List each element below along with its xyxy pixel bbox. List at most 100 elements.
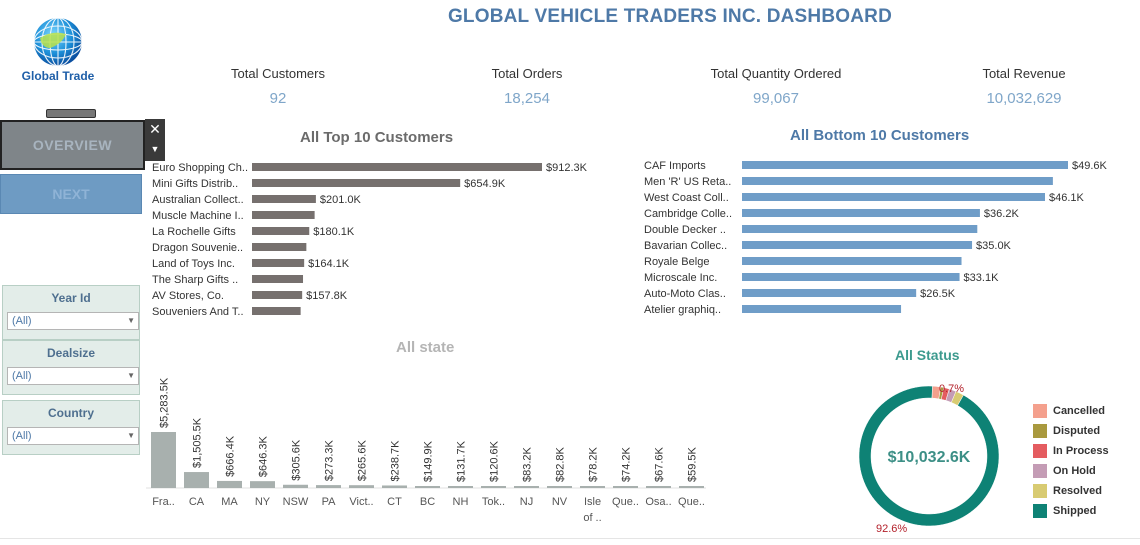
state-bar[interactable] <box>448 486 473 488</box>
top-customer-bar[interactable] <box>252 227 310 235</box>
chevron-down-icon[interactable]: ▼ <box>127 428 135 444</box>
bottom-customer-bar[interactable] <box>742 209 980 217</box>
bottom-customer-bar[interactable] <box>742 161 1068 169</box>
state-data-label: $78.2K <box>588 446 600 482</box>
state-bar[interactable] <box>184 472 209 488</box>
bottom-customer-bar[interactable] <box>742 257 962 265</box>
bottom-customer-bar[interactable] <box>742 241 973 249</box>
bottom-customer-data-label: $49.6K <box>1072 160 1108 172</box>
state-tick-label: Fra.. <box>152 496 175 508</box>
state-tick-label: Isle <box>584 496 601 508</box>
bottom-customer-data-label: $36.2K <box>984 208 1020 220</box>
legend-item-cancelled[interactable]: Cancelled <box>1033 401 1133 421</box>
dashboard-title: GLOBAL VEHICLE TRADERS INC. DASHBOARD <box>447 6 893 27</box>
top-customer-bar[interactable] <box>252 163 542 171</box>
filter-year-id: Year Id (All) ▼ <box>2 285 140 340</box>
filter-country: Country (All) ▼ <box>2 400 140 455</box>
bottom-customer-category-label: Atelier graphiq.. <box>644 304 721 316</box>
country-select-value: (All) <box>12 430 32 442</box>
state-tick-label: Osa.. <box>645 496 671 508</box>
top-customer-category-label: Muscle Machine I.. <box>152 210 244 222</box>
state-bar[interactable] <box>382 485 407 488</box>
top-customer-bar[interactable] <box>252 179 461 187</box>
state-bar[interactable] <box>613 486 638 488</box>
state-bar[interactable] <box>646 486 671 488</box>
legend-item-on-hold[interactable]: On Hold <box>1033 461 1133 481</box>
overview-tab-handle[interactable] <box>46 109 96 118</box>
legend-label: On Hold <box>1053 465 1096 477</box>
donut-data-label: 92.6% <box>876 523 907 535</box>
state-tick-label: CA <box>189 496 205 508</box>
state-bar[interactable] <box>250 481 275 488</box>
bottom-customer-category-label: Microscale Inc. <box>644 272 717 284</box>
state-tick-label: NJ <box>520 496 533 508</box>
bottom-customer-bar[interactable] <box>742 305 902 313</box>
state-data-label: $83.2K <box>522 446 534 482</box>
state-data-label: $67.6K <box>654 446 666 482</box>
next-button[interactable]: NEXT <box>0 174 142 214</box>
bottom-customer-bar[interactable] <box>742 177 1053 185</box>
chevron-down-icon[interactable]: ▼ <box>145 139 165 159</box>
bottom-customer-data-label: $26.5K <box>920 288 956 300</box>
bottom-customer-bar[interactable] <box>742 273 960 281</box>
state-tick-label: PA <box>322 496 337 508</box>
legend-swatch <box>1033 424 1047 438</box>
top-customer-category-label: Souveniers And T.. <box>152 306 244 318</box>
top-customer-category-label: La Rochelle Gifts <box>152 226 236 238</box>
overview-button[interactable]: OVERVIEW <box>0 120 145 170</box>
state-data-label: $82.8K <box>555 446 567 482</box>
top-customer-bar[interactable] <box>252 291 303 299</box>
chevron-down-icon[interactable]: ▼ <box>127 313 135 329</box>
chevron-down-icon[interactable]: ▼ <box>127 368 135 384</box>
globe-logo <box>6 8 106 118</box>
state-data-label: $74.2K <box>621 446 633 482</box>
legend-item-disputed[interactable]: Disputed <box>1033 421 1133 441</box>
bottom-customer-bar[interactable] <box>742 289 917 297</box>
year-id-select[interactable]: (All) ▼ <box>7 312 139 330</box>
bottom-customer-data-label: $35.0K <box>976 240 1012 252</box>
state-bar[interactable] <box>415 486 440 488</box>
bottom-customers-chart: CAF Imports $49.6K Men 'R' US Reta.. West C… <box>644 160 1108 316</box>
state-bar[interactable] <box>514 486 539 488</box>
state-tick-label: of .. <box>583 512 601 524</box>
state-data-label: $666.4K <box>225 435 237 477</box>
state-tick-label: MA <box>221 496 238 508</box>
bottom-customer-category-label: West Coast Coll.. <box>644 192 729 204</box>
state-tick-label: NH <box>453 496 469 508</box>
state-bar[interactable] <box>580 486 605 488</box>
state-bar[interactable] <box>481 486 506 488</box>
state-bar[interactable] <box>151 432 176 488</box>
bottom-customer-data-label: $33.1K <box>964 272 1000 284</box>
top-customer-bar[interactable] <box>252 243 307 251</box>
state-bar[interactable] <box>217 480 242 488</box>
state-bar[interactable] <box>679 486 704 488</box>
bottom-customer-bar[interactable] <box>742 225 978 233</box>
close-icon[interactable]: ✕ <box>145 119 165 139</box>
legend-label: Resolved <box>1053 485 1102 497</box>
state-bar[interactable] <box>283 484 308 488</box>
top-customer-bar[interactable] <box>252 275 304 283</box>
kpi-total-quantity-value: 99,067 <box>753 90 799 107</box>
divider <box>0 538 1140 539</box>
state-tick-label: NSW <box>283 496 309 508</box>
kpi-total-quantity-label: Total Quantity Ordered <box>710 66 842 81</box>
year-id-select-value: (All) <box>12 315 32 327</box>
bottom-customer-bar[interactable] <box>742 193 1045 201</box>
legend-item-resolved[interactable]: Resolved <box>1033 481 1133 501</box>
top-customer-bar[interactable] <box>252 259 305 267</box>
state-bar[interactable] <box>547 486 572 488</box>
country-select[interactable]: (All) ▼ <box>7 427 139 445</box>
legend-item-shipped[interactable]: Shipped <box>1033 501 1133 521</box>
legend-item-in-process[interactable]: In Process <box>1033 441 1133 461</box>
top-customer-bar[interactable] <box>252 211 315 219</box>
bottom-customer-category-label: Men 'R' US Reta.. <box>644 176 731 188</box>
state-bar[interactable] <box>349 485 374 488</box>
dealsize-select[interactable]: (All) ▼ <box>7 367 139 385</box>
state-data-label: $1,505.5K <box>192 417 204 468</box>
top-customer-bar[interactable] <box>252 307 301 315</box>
state-data-label: $149.9K <box>423 440 435 482</box>
state-bar[interactable] <box>316 485 341 488</box>
top-customer-bar[interactable] <box>252 195 316 203</box>
dealsize-select-value: (All) <box>12 370 32 382</box>
filter-year-id-title: Year Id <box>51 291 91 305</box>
